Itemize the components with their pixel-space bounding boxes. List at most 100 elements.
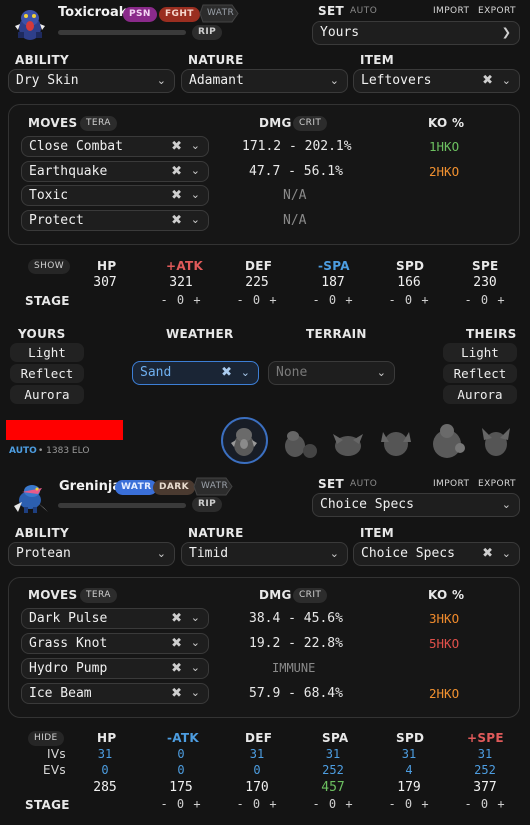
team-slot-2[interactable] <box>279 424 321 462</box>
move-select-3[interactable]: Hydro Pump ✖ ⌄ <box>21 658 209 679</box>
tera-type-label: WATR <box>207 8 235 18</box>
yours-light-button[interactable]: Light <box>10 343 84 362</box>
import-button[interactable]: IMPORT <box>433 6 469 16</box>
move-select-4[interactable]: Protect ✖ ⌄ <box>21 210 209 231</box>
chevron-down-icon: ⌄ <box>376 366 386 379</box>
move-select-2[interactable]: Grass Knot ✖ ⌄ <box>21 633 209 654</box>
stage-control-spd[interactable]: - 0 + <box>376 293 442 307</box>
ev-def[interactable]: 0 <box>232 763 282 777</box>
stage-control-spa[interactable]: - 0 + <box>300 797 366 811</box>
chevron-down-icon: ⌄ <box>329 547 339 560</box>
ev-spe[interactable]: 252 <box>460 763 510 777</box>
clear-icon[interactable]: ✖ <box>171 661 182 676</box>
set-value: Choice Specs <box>320 497 414 512</box>
move-dmg: 38.4 - 45.6% <box>249 611 343 626</box>
move-dmg: N/A <box>283 213 307 228</box>
ability-select[interactable]: Protean ⌄ <box>8 542 175 566</box>
tera-type-label: WATR <box>201 481 229 491</box>
ev-spd[interactable]: 4 <box>384 763 434 777</box>
team-slot-4[interactable] <box>375 424 417 462</box>
stat-value-atk: 175 <box>169 780 193 795</box>
clear-icon[interactable]: ✖ <box>171 139 182 154</box>
stat-value-def: 170 <box>245 780 269 795</box>
chevron-down-icon: ⌄ <box>190 661 200 674</box>
stage-control-spa[interactable]: - 0 + <box>300 293 366 307</box>
clear-icon[interactable]: ✖ <box>171 164 182 179</box>
theirs-aurora-button[interactable]: Aurora <box>443 385 517 404</box>
nature-value: Adamant <box>189 73 244 88</box>
tera-type-button[interactable]: WATR <box>193 477 233 496</box>
stat-header-atk: -ATK <box>167 731 200 745</box>
team-slot-3[interactable] <box>327 424 369 462</box>
move-select-4[interactable]: Ice Beam ✖ ⌄ <box>21 683 209 704</box>
tera-toggle[interactable]: TERA <box>80 588 117 603</box>
item-select[interactable]: Choice Specs ✖ ⌄ <box>353 542 520 566</box>
clear-icon[interactable]: ✖ <box>171 636 182 651</box>
nature-select[interactable]: Adamant ⌄ <box>181 69 348 93</box>
terrain-select[interactable]: None ⌄ <box>268 361 395 385</box>
export-button[interactable]: EXPORT <box>478 6 516 16</box>
iv-hp[interactable]: 31 <box>80 747 130 761</box>
clear-icon[interactable]: ✖ <box>171 188 182 203</box>
stage-control-atk[interactable]: - 0 + <box>148 797 214 811</box>
tera-toggle[interactable]: TERA <box>80 116 117 131</box>
iv-def[interactable]: 31 <box>232 747 282 761</box>
stage-control-def[interactable]: - 0 + <box>224 797 290 811</box>
stage-control-spe[interactable]: - 0 + <box>452 293 518 307</box>
clear-icon[interactable]: ✖ <box>221 365 232 380</box>
move-select-1[interactable]: Close Combat ✖ ⌄ <box>21 136 209 157</box>
yours-aurora-button[interactable]: Aurora <box>10 385 84 404</box>
iv-spe[interactable]: 31 <box>460 747 510 761</box>
elo-label: • 1383 ELO <box>38 446 90 456</box>
clear-icon[interactable]: ✖ <box>482 73 493 88</box>
import-button[interactable]: IMPORT <box>433 479 469 489</box>
stats-toggle-hide[interactable]: HIDE <box>28 731 64 746</box>
stage-label: STAGE <box>25 294 70 308</box>
stat-header-hp: HP <box>97 259 117 273</box>
set-select[interactable]: Choice Specs ⌄ <box>312 493 520 517</box>
ev-hp[interactable]: 0 <box>80 763 130 777</box>
yours-reflect-button[interactable]: Reflect <box>10 364 84 383</box>
stage-control-spe[interactable]: - 0 + <box>452 797 518 811</box>
iv-spa[interactable]: 31 <box>308 747 358 761</box>
item-label: ITEM <box>360 53 394 67</box>
team-slot-6[interactable] <box>474 422 518 462</box>
nature-select[interactable]: Timid ⌄ <box>181 542 348 566</box>
team-slot-5[interactable] <box>425 420 469 462</box>
clear-icon[interactable]: ✖ <box>482 546 493 561</box>
clear-icon[interactable]: ✖ <box>171 686 182 701</box>
item-select[interactable]: Leftovers ✖ ⌄ <box>353 69 520 93</box>
yours-label: YOURS <box>18 327 66 341</box>
crit-toggle[interactable]: CRIT <box>293 588 328 603</box>
clear-icon[interactable]: ✖ <box>171 213 182 228</box>
iv-spd[interactable]: 31 <box>384 747 434 761</box>
ability-value: Dry Skin <box>16 73 79 88</box>
stat-header-spa: -SPA <box>318 259 350 273</box>
move-name: Hydro Pump <box>29 661 108 676</box>
export-button[interactable]: EXPORT <box>478 479 516 489</box>
move-dmg: 19.2 - 22.8% <box>249 636 343 651</box>
tera-type-button[interactable]: WATR <box>199 4 239 23</box>
weather-select[interactable]: Sand ✖ ⌄ <box>132 361 259 385</box>
type-badge-dark: DARK <box>153 480 195 495</box>
stage-control-atk[interactable]: - 0 + <box>148 293 214 307</box>
ev-spa[interactable]: 252 <box>308 763 358 777</box>
stage-control-spd[interactable]: - 0 + <box>376 797 442 811</box>
set-auto-label: AUTO <box>350 6 378 16</box>
stat-value-atk: 321 <box>169 275 193 290</box>
attacker-name: Toxicroak <box>58 5 128 20</box>
iv-atk[interactable]: 0 <box>156 747 206 761</box>
crit-toggle[interactable]: CRIT <box>293 116 328 131</box>
move-select-1[interactable]: Dark Pulse ✖ ⌄ <box>21 608 209 629</box>
clear-icon[interactable]: ✖ <box>171 611 182 626</box>
move-select-2[interactable]: Earthquake ✖ ⌄ <box>21 161 209 182</box>
team-slot-1[interactable] <box>221 417 268 464</box>
stats-toggle-show[interactable]: SHOW <box>28 259 71 274</box>
stage-control-def[interactable]: - 0 + <box>224 293 290 307</box>
move-select-3[interactable]: Toxic ✖ ⌄ <box>21 185 209 206</box>
theirs-light-button[interactable]: Light <box>443 343 517 362</box>
theirs-reflect-button[interactable]: Reflect <box>443 364 517 383</box>
set-select[interactable]: Yours ❯ <box>312 21 520 45</box>
ev-atk[interactable]: 0 <box>156 763 206 777</box>
ability-select[interactable]: Dry Skin ⌄ <box>8 69 175 93</box>
